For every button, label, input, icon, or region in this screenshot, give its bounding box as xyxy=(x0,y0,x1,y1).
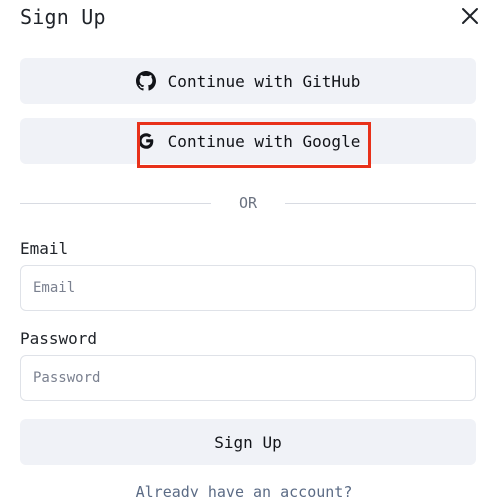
password-label: Password xyxy=(20,329,98,348)
password-input[interactable] xyxy=(20,355,476,401)
continue-with-github-button[interactable]: Continue with GitHub xyxy=(20,58,476,104)
email-label: Email xyxy=(20,239,69,258)
continue-with-google-button[interactable]: Continue with Google xyxy=(20,118,476,164)
github-button-label: Continue with GitHub xyxy=(167,71,361,91)
dialog-title: Sign Up xyxy=(20,5,106,29)
close-icon xyxy=(462,8,478,24)
or-divider: OR xyxy=(20,194,476,214)
close-button[interactable] xyxy=(458,5,482,29)
google-button-label: Continue with Google xyxy=(167,131,361,151)
email-input[interactable] xyxy=(20,265,476,311)
sign-up-dialog: Sign Up Continue with GitHub Continue wi… xyxy=(0,0,488,497)
google-icon xyxy=(136,131,156,151)
already-have-account-link[interactable]: Already have an account? xyxy=(0,483,488,497)
sign-up-button-label: Sign Up xyxy=(214,432,282,452)
divider-line-right xyxy=(285,203,476,204)
sign-up-button[interactable]: Sign Up xyxy=(20,419,476,465)
github-icon xyxy=(135,71,156,91)
